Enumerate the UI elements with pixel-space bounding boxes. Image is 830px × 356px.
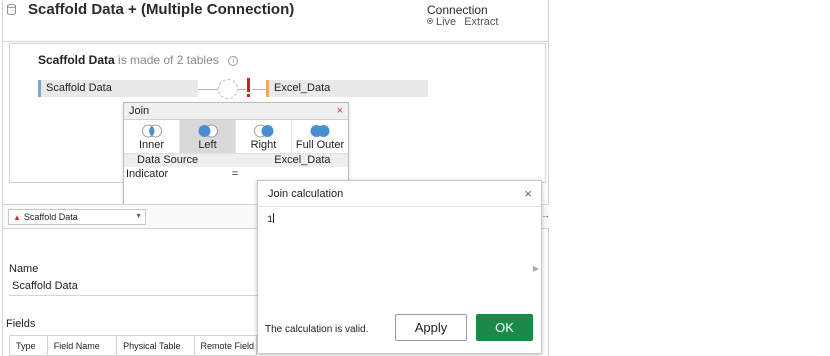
- name-field[interactable]: Scaffold Data: [9, 276, 259, 296]
- calc-dialog-title: Join calculation: [268, 188, 344, 200]
- inner-join-icon: [141, 124, 162, 138]
- arrow-right-icon[interactable]: →: [541, 210, 550, 220]
- source-name: Scaffold Data: [38, 53, 115, 67]
- live-radio-icon[interactable]: [427, 18, 433, 24]
- close-icon[interactable]: ×: [524, 186, 532, 201]
- join-left-field[interactable]: Indicator: [124, 167, 212, 181]
- join-operator[interactable]: =: [212, 167, 258, 181]
- join-clause-row[interactable]: Indicator =: [124, 167, 348, 181]
- live-option[interactable]: Live: [427, 16, 456, 28]
- join-type-right[interactable]: Right: [236, 120, 292, 153]
- divider: [258, 206, 541, 207]
- full-outer-join-icon: [310, 125, 330, 137]
- calc-status-text: The calculation is valid.: [265, 324, 369, 335]
- apply-button[interactable]: Apply: [395, 314, 467, 341]
- left-join-icon: [198, 124, 218, 138]
- live-label: Live: [436, 16, 457, 28]
- datasource-icon: [7, 4, 16, 15]
- made-of-caption: Scaffold Data is made of 2 tables i: [38, 53, 239, 67]
- join-left-column-header: Data Source: [137, 154, 199, 166]
- join-dialog-header: Join ×: [124, 103, 348, 120]
- error-icon[interactable]: [247, 78, 251, 98]
- join-dialog-title: Join: [129, 105, 150, 117]
- column-header[interactable]: Remote Field Name: [195, 336, 257, 355]
- connection-options: Live Extract: [427, 16, 498, 28]
- join-type-label: Inner: [138, 139, 165, 151]
- connection-label: Connection: [427, 3, 488, 17]
- text-cursor: [273, 213, 275, 223]
- fields-table-header: Type Field Name Physical Table Remote Fi…: [9, 335, 257, 356]
- expand-arrow-icon[interactable]: ▶: [533, 264, 539, 273]
- info-icon[interactable]: i: [228, 56, 239, 66]
- right-table-pill[interactable]: Excel_Data: [266, 80, 428, 97]
- page-title: Scaffold Data + (Multiple Connection): [28, 1, 295, 18]
- right-join-icon: [253, 124, 273, 138]
- fields-label: Fields: [6, 318, 36, 330]
- join-type-inner[interactable]: Inner: [124, 120, 180, 153]
- name-label: Name: [9, 263, 39, 275]
- made-of-text: is made of 2 tables: [118, 53, 219, 67]
- join-circle-icon[interactable]: [218, 79, 238, 99]
- join-type-full-outer[interactable]: Full Outer: [292, 120, 348, 153]
- warning-icon: ▲: [13, 213, 21, 222]
- extract-option[interactable]: Extract: [464, 16, 498, 28]
- join-type-label: Full Outer: [295, 139, 345, 151]
- join-link-line-right: [252, 89, 266, 90]
- join-type-label: Right: [250, 139, 277, 151]
- join-calculation-dialog: Join calculation × 1 ▶ The calculation i…: [257, 180, 542, 354]
- join-clause-header: Data Source Excel_Data: [124, 154, 348, 167]
- join-close-icon[interactable]: ×: [337, 103, 343, 120]
- join-link-line-mid: [238, 89, 246, 90]
- join-right-column-header: Excel_Data: [274, 154, 331, 166]
- datasource-select-value: Scaffold Data: [23, 212, 78, 222]
- calc-expression-input[interactable]: 1: [267, 213, 275, 226]
- column-header[interactable]: Physical Table: [117, 336, 195, 355]
- column-header[interactable]: Field Name: [48, 336, 118, 355]
- datasource-header: Scaffold Data + (Multiple Connection) Co…: [2, 0, 549, 42]
- join-link-line-left: [198, 89, 218, 90]
- join-type-left[interactable]: Left: [180, 120, 236, 153]
- left-table-pill[interactable]: Scaffold Data: [38, 80, 198, 97]
- datasource-select[interactable]: ▲ Scaffold Data ▼: [8, 209, 146, 225]
- column-header[interactable]: Type: [10, 336, 48, 355]
- ok-button[interactable]: OK: [476, 314, 533, 341]
- chevron-down-icon: ▼: [135, 213, 142, 220]
- join-type-label: Left: [198, 139, 217, 151]
- join-type-selector: Inner Left Right Full Outer: [124, 120, 348, 154]
